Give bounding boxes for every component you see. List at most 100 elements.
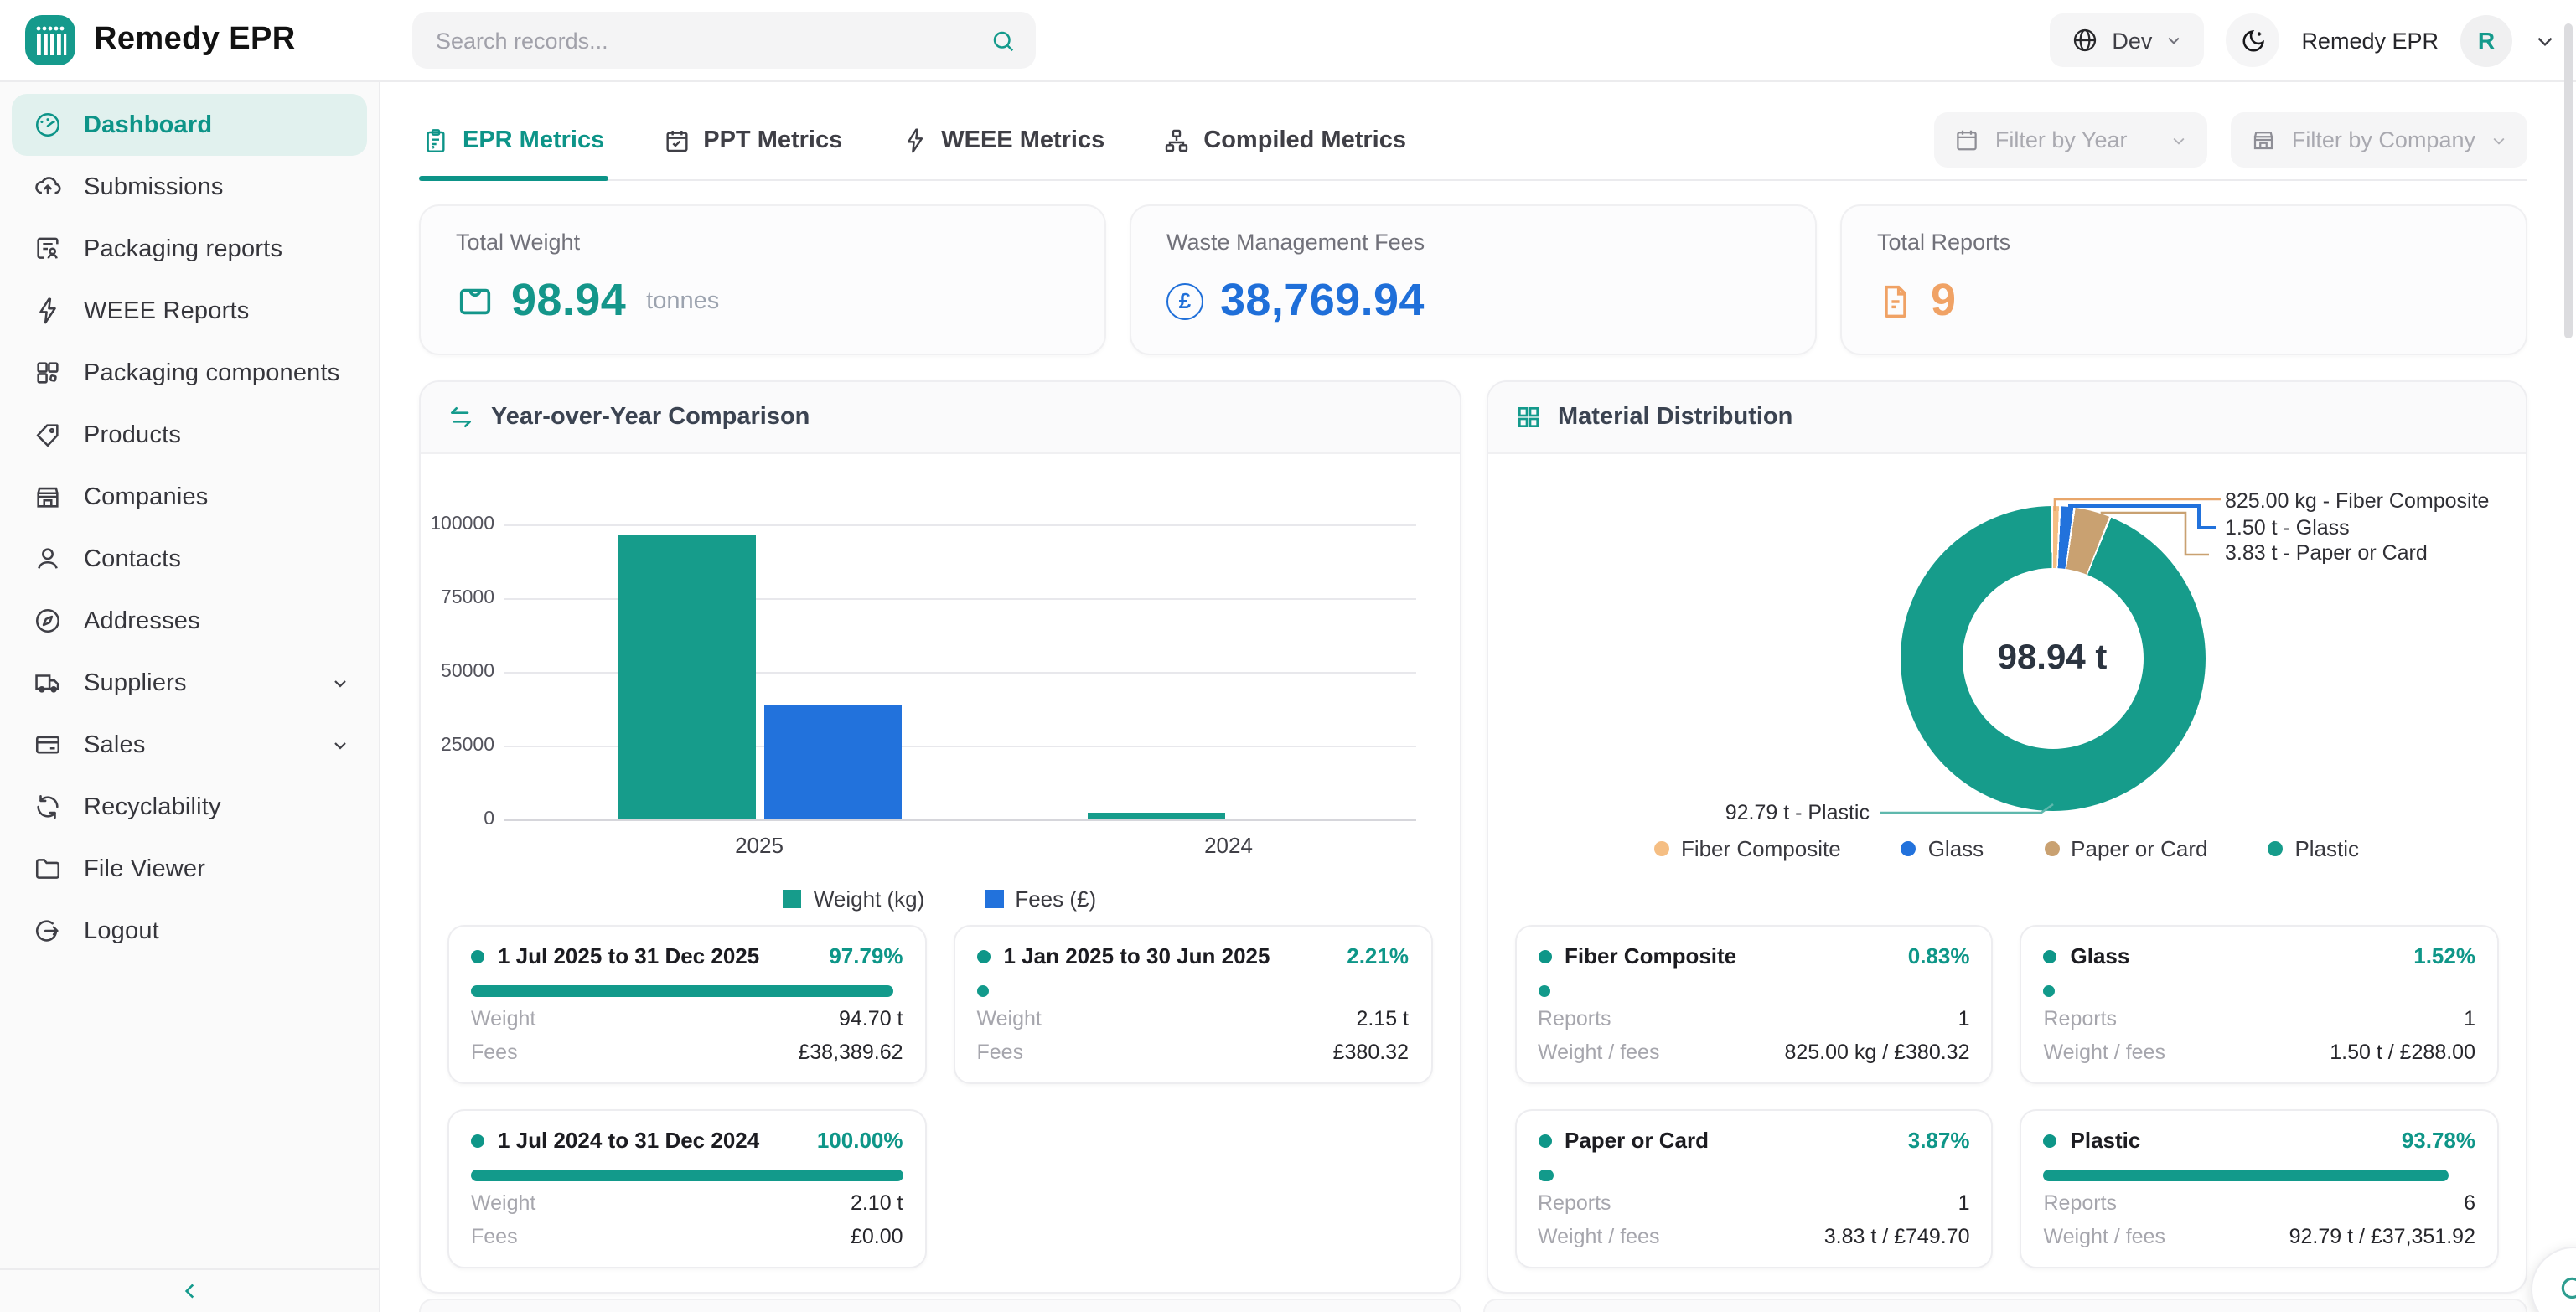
sidebar-item-packaging-components[interactable]: Packaging components bbox=[12, 342, 367, 404]
filters: Filter by Year Filter by Company bbox=[1935, 112, 2527, 168]
reports-label: Reports bbox=[1538, 1007, 1611, 1030]
weight-fees-label: Weight / fees bbox=[1538, 1225, 1659, 1248]
donut-annotations: 825.00 kg - Fiber Composite 1.50 t - Gla… bbox=[2225, 489, 2489, 567]
tag-icon bbox=[34, 421, 62, 449]
account-menu-chevron-icon[interactable] bbox=[2534, 29, 2556, 51]
legend-label: Fiber Composite bbox=[1681, 836, 1841, 861]
legend-item[interactable]: Fiber Composite bbox=[1654, 836, 1841, 861]
scrollbar-thumb[interactable] bbox=[2564, 23, 2573, 338]
weight-box-icon bbox=[456, 282, 494, 320]
sidebar-item-recyclability[interactable]: Recyclability bbox=[12, 776, 367, 838]
y-axis-tick: 25000 bbox=[421, 736, 494, 756]
stat-cards: Total Weight 98.94 tonnes Waste Manageme… bbox=[419, 204, 2527, 355]
sidebar-item-label: WEEE Reports bbox=[84, 297, 249, 324]
brand[interactable]: Remedy EPR bbox=[23, 13, 296, 67]
material-card[interactable]: Fiber Composite0.83% Reports1 Weight / f… bbox=[1514, 925, 1994, 1084]
weight-value: 2.10 t bbox=[851, 1191, 903, 1215]
y-axis-tick: 75000 bbox=[421, 588, 494, 608]
y-axis-tick: 0 bbox=[421, 809, 494, 829]
material-card[interactable]: Glass1.52% Reports1 Weight / fees1.50 t … bbox=[2020, 925, 2500, 1084]
reports-value: 1 bbox=[1958, 1191, 1970, 1215]
bar-plot-area: 025000500007500010000020252024 bbox=[421, 481, 1459, 870]
report-document-icon bbox=[34, 235, 62, 263]
filter-by-year[interactable]: Filter by Year bbox=[1935, 112, 2208, 168]
material-percent: 93.78% bbox=[2402, 1128, 2475, 1153]
sidebar-item-contacts[interactable]: Contacts bbox=[12, 528, 367, 590]
legend-item[interactable]: Glass bbox=[1901, 836, 1984, 861]
brand-logo-icon bbox=[23, 13, 77, 67]
period-percent: 2.21% bbox=[1347, 943, 1409, 969]
sidebar-item-logout[interactable]: Logout bbox=[12, 900, 367, 962]
legend-item[interactable]: Plastic bbox=[2268, 836, 2359, 861]
dark-mode-toggle[interactable] bbox=[2226, 13, 2279, 67]
bullet-dot-icon bbox=[2044, 1134, 2057, 1147]
environment-selector[interactable]: Dev bbox=[2050, 13, 2204, 67]
sidebar: Dashboard Submissions Packaging reports … bbox=[0, 80, 380, 1312]
weight-fees-value: 3.83 t / £749.70 bbox=[1824, 1225, 1970, 1248]
filter-by-company[interactable]: Filter by Company bbox=[2232, 112, 2527, 168]
sidebar-item-suppliers[interactable]: Suppliers bbox=[12, 652, 367, 714]
sidebar-item-label: Contacts bbox=[84, 545, 181, 572]
sidebar-item-companies[interactable]: Companies bbox=[12, 466, 367, 528]
legend-label: Fees (£) bbox=[1015, 886, 1096, 912]
sidebar-item-sales[interactable]: Sales bbox=[12, 714, 367, 776]
sidebar-item-packaging-reports[interactable]: Packaging reports bbox=[12, 218, 367, 280]
grid-squares-icon bbox=[1514, 404, 1541, 431]
weight-fees-value: 1.50 t / £288.00 bbox=[2330, 1041, 2475, 1064]
sidebar-item-label: Companies bbox=[84, 483, 209, 510]
moon-icon bbox=[2238, 26, 2267, 54]
legend-swatch-icon bbox=[985, 890, 1003, 908]
sidebar-item-weee-reports[interactable]: WEEE Reports bbox=[12, 280, 367, 342]
chevron-down-icon bbox=[2165, 32, 2182, 49]
legend-item[interactable]: Fees (£) bbox=[985, 886, 1096, 912]
period-percent: 100.00% bbox=[817, 1128, 903, 1153]
sidebar-item-label: Packaging reports bbox=[84, 235, 282, 262]
reports-value: 6 bbox=[2464, 1191, 2475, 1215]
legend-item[interactable]: Weight (kg) bbox=[784, 886, 924, 912]
report-file-icon bbox=[1877, 282, 1914, 319]
period-card[interactable]: 1 Jul 2025 to 31 Dec 202597.79% Weight94… bbox=[447, 925, 927, 1084]
material-percent: 0.83% bbox=[1908, 943, 1970, 969]
material-card[interactable]: Paper or Card3.87% Reports1 Weight / fee… bbox=[1514, 1109, 1994, 1268]
progress-bar bbox=[977, 985, 989, 997]
store-icon bbox=[34, 483, 62, 511]
tab-compiled-metrics[interactable]: Compiled Metrics bbox=[1160, 101, 1410, 179]
search-icon[interactable] bbox=[991, 28, 1016, 53]
period-card[interactable]: 1 Jul 2024 to 31 Dec 2024100.00% Weight2… bbox=[447, 1109, 927, 1268]
weight-value: 2.15 t bbox=[1356, 1007, 1409, 1030]
sidebar-item-submissions[interactable]: Submissions bbox=[12, 156, 367, 218]
sidebar-item-label: Suppliers bbox=[84, 669, 187, 696]
sidebar-item-label: Logout bbox=[84, 917, 159, 944]
weight-fees-value: 92.79 t / £37,351.92 bbox=[2289, 1225, 2475, 1248]
material-cards: Fiber Composite0.83% Reports1 Weight / f… bbox=[1514, 925, 2499, 1268]
progress-bar bbox=[1538, 1170, 1554, 1181]
material-card[interactable]: Plastic93.78% Reports6 Weight / fees92.7… bbox=[2020, 1109, 2500, 1268]
tab-epr-metrics[interactable]: EPR Metrics bbox=[419, 101, 608, 179]
sitemap-icon bbox=[1163, 127, 1190, 153]
tab-weee-metrics[interactable]: WEEE Metrics bbox=[897, 101, 1108, 179]
sidebar-item-addresses[interactable]: Addresses bbox=[12, 590, 367, 652]
sidebar-item-products[interactable]: Products bbox=[12, 404, 367, 466]
avatar-initial: R bbox=[2478, 27, 2495, 54]
global-search[interactable] bbox=[412, 12, 1036, 69]
sidebar-item-file-viewer[interactable]: File Viewer bbox=[12, 838, 367, 900]
sidebar-item-dashboard[interactable]: Dashboard bbox=[12, 94, 367, 156]
tab-ppt-metrics[interactable]: PPT Metrics bbox=[660, 101, 846, 179]
tab-label: EPR Metrics bbox=[463, 127, 604, 153]
period-card[interactable]: 1 Jan 2025 to 30 Jun 20252.21% Weight2.1… bbox=[954, 925, 1433, 1084]
stat-label: Total Weight bbox=[456, 230, 1069, 255]
app-window: Remedy EPR Dev Remedy EPR R bbox=[0, 0, 2576, 1312]
avatar[interactable]: R bbox=[2460, 14, 2512, 66]
sidebar-item-label: Sales bbox=[84, 731, 146, 758]
legend-item[interactable]: Paper or Card bbox=[2044, 836, 2207, 861]
search-input[interactable] bbox=[432, 26, 991, 54]
sidebar-item-label: Packaging components bbox=[84, 359, 340, 386]
reports-label: Reports bbox=[2044, 1007, 2118, 1030]
reports-label: Reports bbox=[1538, 1191, 1611, 1215]
legend-dot-icon bbox=[1654, 841, 1669, 856]
sidebar-collapse-button[interactable] bbox=[178, 1280, 200, 1302]
tab-label: Compiled Metrics bbox=[1203, 127, 1406, 153]
sidebar-item-label: File Viewer bbox=[84, 855, 205, 882]
donut-legend: Fiber Composite Glass Paper or Card Plastic bbox=[1487, 836, 2526, 861]
stat-value: 9 bbox=[1931, 275, 1956, 327]
